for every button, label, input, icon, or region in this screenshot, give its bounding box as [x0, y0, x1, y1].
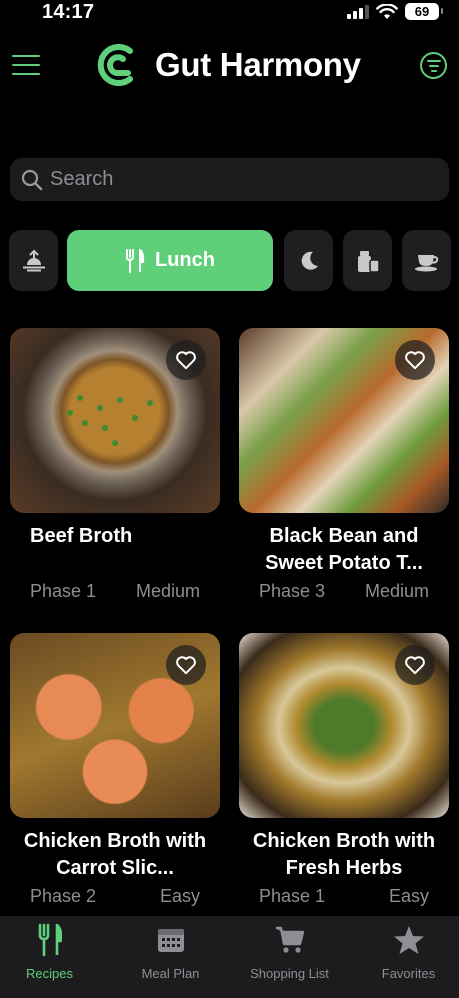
filter-icon[interactable]	[420, 52, 447, 79]
recipe-image	[10, 328, 220, 513]
snack-icon	[357, 250, 380, 273]
nav-shopping-list[interactable]: Shopping List	[232, 916, 347, 998]
nav-recipes[interactable]: Recipes	[0, 916, 107, 998]
app-header: Gut Harmony	[0, 40, 459, 92]
recipe-card-chicken-broth-carrot[interactable]: Chicken Broth with Carrot Slic... Phase …	[10, 633, 220, 907]
tab-breakfast[interactable]	[9, 230, 58, 291]
battery-indicator: 69	[405, 3, 443, 20]
recipe-name: Black Bean and Sweet Potato T...	[265, 525, 423, 574]
sunrise-icon	[22, 249, 45, 271]
nav-meal-plan-label: Meal Plan	[141, 966, 200, 981]
recipe-card-black-bean-taco[interactable]: Black Bean and Sweet Potato T... Phase 3…	[239, 328, 449, 602]
status-time: 14:17	[42, 1, 95, 23]
signal-icon	[347, 4, 369, 19]
app-title: Gut Harmony	[155, 46, 361, 83]
recipe-name: Chicken Broth with Fresh Herbs	[252, 830, 436, 879]
favorite-button[interactable]	[395, 645, 435, 685]
moon-icon	[301, 251, 318, 270]
nav-shopping-list-label: Shopping List	[250, 966, 329, 981]
recipe-card-beef-broth[interactable]: Beef Broth Phase 1 Medium	[10, 328, 220, 602]
fork-knife-icon	[126, 248, 145, 273]
recipe-image	[10, 633, 220, 818]
calendar-icon	[157, 929, 184, 952]
status-icons: 69	[347, 3, 443, 20]
recipe-image	[239, 328, 449, 513]
recipe-name: Chicken Broth with Carrot Slic...	[23, 830, 207, 879]
tab-snack[interactable]	[343, 230, 392, 291]
tab-dinner[interactable]	[284, 230, 333, 291]
fork-knife-icon	[38, 923, 62, 957]
recipe-image	[239, 633, 449, 818]
recipe-phase: Phase 1	[259, 886, 326, 906]
recipe-card-chicken-broth-herbs[interactable]: Chicken Broth with Fresh Herbs Phase 1 E…	[239, 633, 449, 907]
heart-icon	[176, 656, 196, 675]
favorite-button[interactable]	[166, 645, 206, 685]
teacup-icon	[414, 254, 438, 271]
recipe-name: Beef Broth	[30, 525, 133, 547]
tab-drinks[interactable]	[402, 230, 451, 291]
tab-lunch[interactable]: Lunch	[67, 230, 273, 291]
recipe-difficulty: Medium	[135, 581, 200, 601]
meal-type-tabs: Lunch	[9, 230, 459, 292]
recipe-difficulty: Easy	[159, 886, 200, 906]
tab-lunch-label: Lunch	[155, 249, 215, 271]
recipe-difficulty: Easy	[388, 886, 429, 906]
nav-meal-plan[interactable]: Meal Plan	[113, 916, 228, 998]
cart-icon	[275, 926, 304, 953]
heart-icon	[405, 656, 425, 675]
recipe-phase: Phase 2	[30, 886, 97, 906]
nav-favorites-label: Favorites	[381, 966, 436, 981]
search-icon	[21, 169, 43, 190]
search-bar[interactable]: Search	[10, 158, 449, 201]
heart-icon	[176, 351, 196, 370]
nav-favorites[interactable]: Favorites	[351, 916, 459, 998]
star-icon	[393, 926, 424, 954]
recipe-phase: Phase 3	[259, 581, 326, 601]
bottom-tab-bar: Recipes Meal Plan Shopping List Favorite…	[0, 916, 459, 998]
recipe-difficulty: Medium	[364, 581, 429, 601]
status-bar: 14:17 69	[0, 0, 459, 26]
search-input[interactable]: Search	[50, 168, 113, 191]
hamburger-menu-icon[interactable]	[12, 55, 40, 75]
recipe-phase: Phase 1	[30, 581, 97, 601]
favorite-button[interactable]	[166, 340, 206, 380]
app-logo-icon	[97, 44, 133, 86]
heart-icon	[405, 351, 425, 370]
favorite-button[interactable]	[395, 340, 435, 380]
nav-recipes-label: Recipes	[26, 966, 73, 981]
wifi-icon	[376, 3, 398, 19]
